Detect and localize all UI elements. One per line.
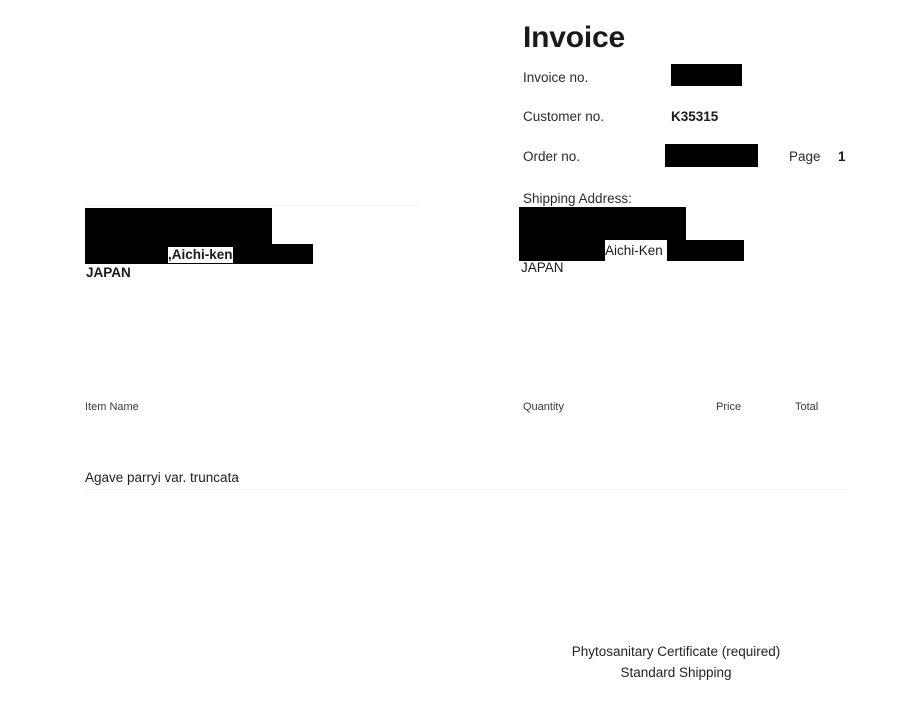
order-no-label: Order no. xyxy=(523,149,581,164)
billing-address-redaction-top xyxy=(85,208,272,246)
footer-notes: Phytosanitary Certificate (required) Sta… xyxy=(450,641,902,683)
invoice-document: Invoice Invoice no. Customer no. K35315 … xyxy=(0,0,906,719)
shipping-address-redaction-top xyxy=(519,207,686,240)
page-title: Invoice xyxy=(523,21,625,54)
table-row-item-name: Agave parryi var. truncata xyxy=(85,470,239,485)
customer-no-value: K35315 xyxy=(671,109,719,124)
billing-address-region: ,Aichi-ken xyxy=(168,247,233,263)
page-number-value: 1 xyxy=(838,149,846,164)
shipping-address-label: Shipping Address: xyxy=(523,191,632,206)
customer-no-label: Customer no. xyxy=(523,109,605,124)
invoice-no-redaction xyxy=(671,64,742,86)
table-row-divider xyxy=(85,489,848,490)
footer-line-phytosanitary: Phytosanitary Certificate (required) xyxy=(571,644,781,659)
shipping-address-region: Aichi-Ken xyxy=(605,243,663,259)
column-header-total: Total xyxy=(795,401,819,413)
shipping-address-country: JAPAN xyxy=(521,260,564,275)
billing-address-country: JAPAN xyxy=(86,265,131,280)
order-no-redaction xyxy=(665,144,758,167)
column-header-quantity: Quantity xyxy=(523,401,564,413)
column-header-item-name: Item Name xyxy=(85,401,139,413)
invoice-no-label: Invoice no. xyxy=(523,70,589,85)
shipping-address-redaction-right xyxy=(667,240,744,261)
footer-line-shipping: Standard Shipping xyxy=(620,665,732,680)
page-number-label: Page xyxy=(789,149,821,164)
column-header-price: Price xyxy=(716,401,742,413)
shipping-address-redaction-left xyxy=(519,240,605,261)
billing-address-rule xyxy=(85,205,418,206)
